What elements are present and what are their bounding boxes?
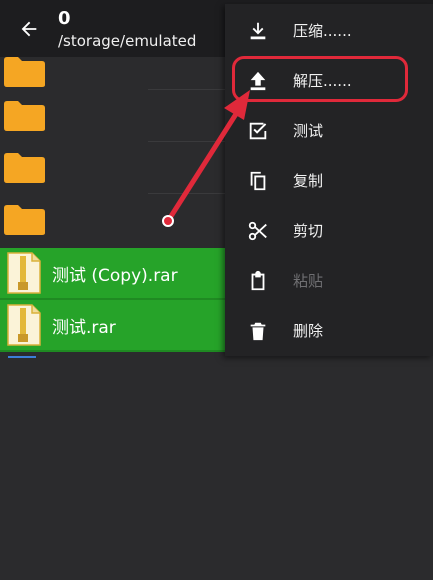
annotation-arrow [162,90,250,227]
